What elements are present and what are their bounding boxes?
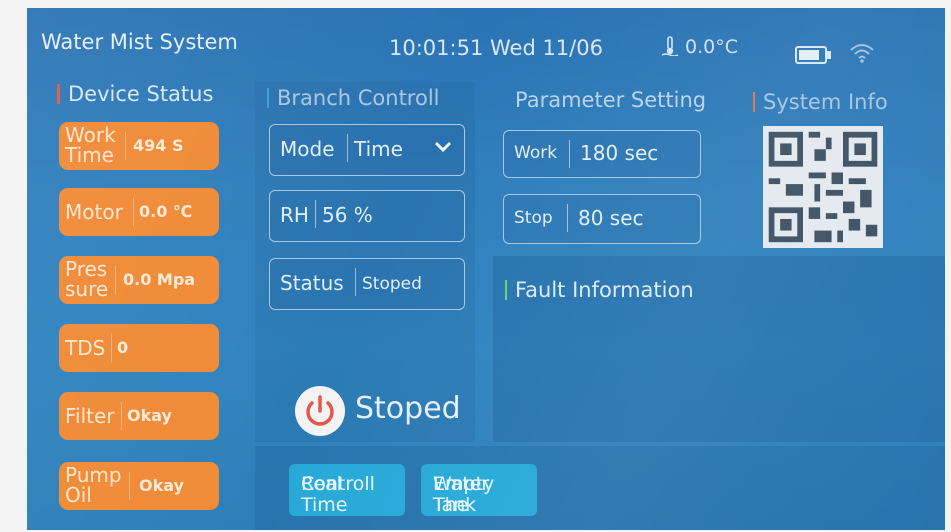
title-accent-bar: [505, 280, 507, 300]
pressure-value: 0.0 Mpa: [123, 270, 196, 289]
tds-value: 0: [117, 338, 129, 357]
filter-status[interactable]: Filter Okay: [59, 392, 219, 440]
stop-duration-field[interactable]: Stop 80 sec: [503, 194, 701, 244]
pump-oil-status[interactable]: Pump Oil Okay: [59, 462, 219, 510]
parameter-setting-title: Parameter Setting: [515, 88, 707, 112]
rh-value: 56 %: [322, 203, 373, 227]
qr-code-image: [763, 126, 883, 248]
work-duration-field[interactable]: Work 180 sec: [503, 130, 701, 178]
title-accent-bar: [57, 84, 60, 104]
status-field[interactable]: Status Stoped: [269, 258, 465, 310]
work-duration-value: 180 sec: [580, 141, 659, 165]
wifi-icon: [849, 42, 875, 64]
rh-field[interactable]: RH 56 %: [269, 190, 465, 242]
empty-water-tank-button[interactable]: Empty The Water Tank: [421, 464, 537, 516]
top-bar: Water Mist System 10:01:51 Wed 11/06 0.0…: [27, 8, 945, 70]
ambient-temperature: 0.0°C: [661, 36, 738, 58]
status-value: Stoped: [362, 274, 422, 294]
pump-oil-value: Okay: [139, 476, 184, 495]
motor-status[interactable]: Motor 0.0 ℃: [59, 188, 219, 236]
device-status-title: Device Status: [57, 82, 213, 106]
thermometer-icon: [661, 36, 679, 57]
stop-duration-value: 80 sec: [578, 206, 644, 230]
app-title: Water Mist System: [41, 30, 238, 54]
mode-value: Time: [354, 137, 403, 161]
title-accent-bar: [753, 92, 755, 112]
power-icon[interactable]: [295, 386, 345, 436]
tds-status[interactable]: TDS 0: [59, 324, 219, 372]
hmi-screen: Water Mist System 10:01:51 Wed 11/06 0.0…: [27, 8, 945, 530]
work-time-status[interactable]: Work Time 494 S: [59, 122, 219, 170]
system-info-title[interactable]: System Info: [753, 90, 888, 114]
mode-select[interactable]: Mode Time: [269, 124, 465, 176]
battery-icon: [795, 46, 831, 64]
running-state-label: Stoped: [355, 391, 461, 426]
clock-readout: 10:01:51 Wed 11/06: [389, 36, 603, 60]
chevron-down-icon: [434, 139, 452, 153]
pressure-status[interactable]: Pres sure 0.0 Mpa: [59, 256, 219, 304]
real-time-control-button[interactable]: Real Time Controll: [289, 464, 405, 516]
filter-value: Okay: [127, 406, 172, 425]
fault-information-title: Fault Information: [505, 278, 694, 302]
work-time-value: 494 S: [133, 136, 184, 155]
motor-temperature-value: 0.0 ℃: [139, 202, 193, 221]
temperature-value: 0.0°C: [685, 36, 738, 58]
